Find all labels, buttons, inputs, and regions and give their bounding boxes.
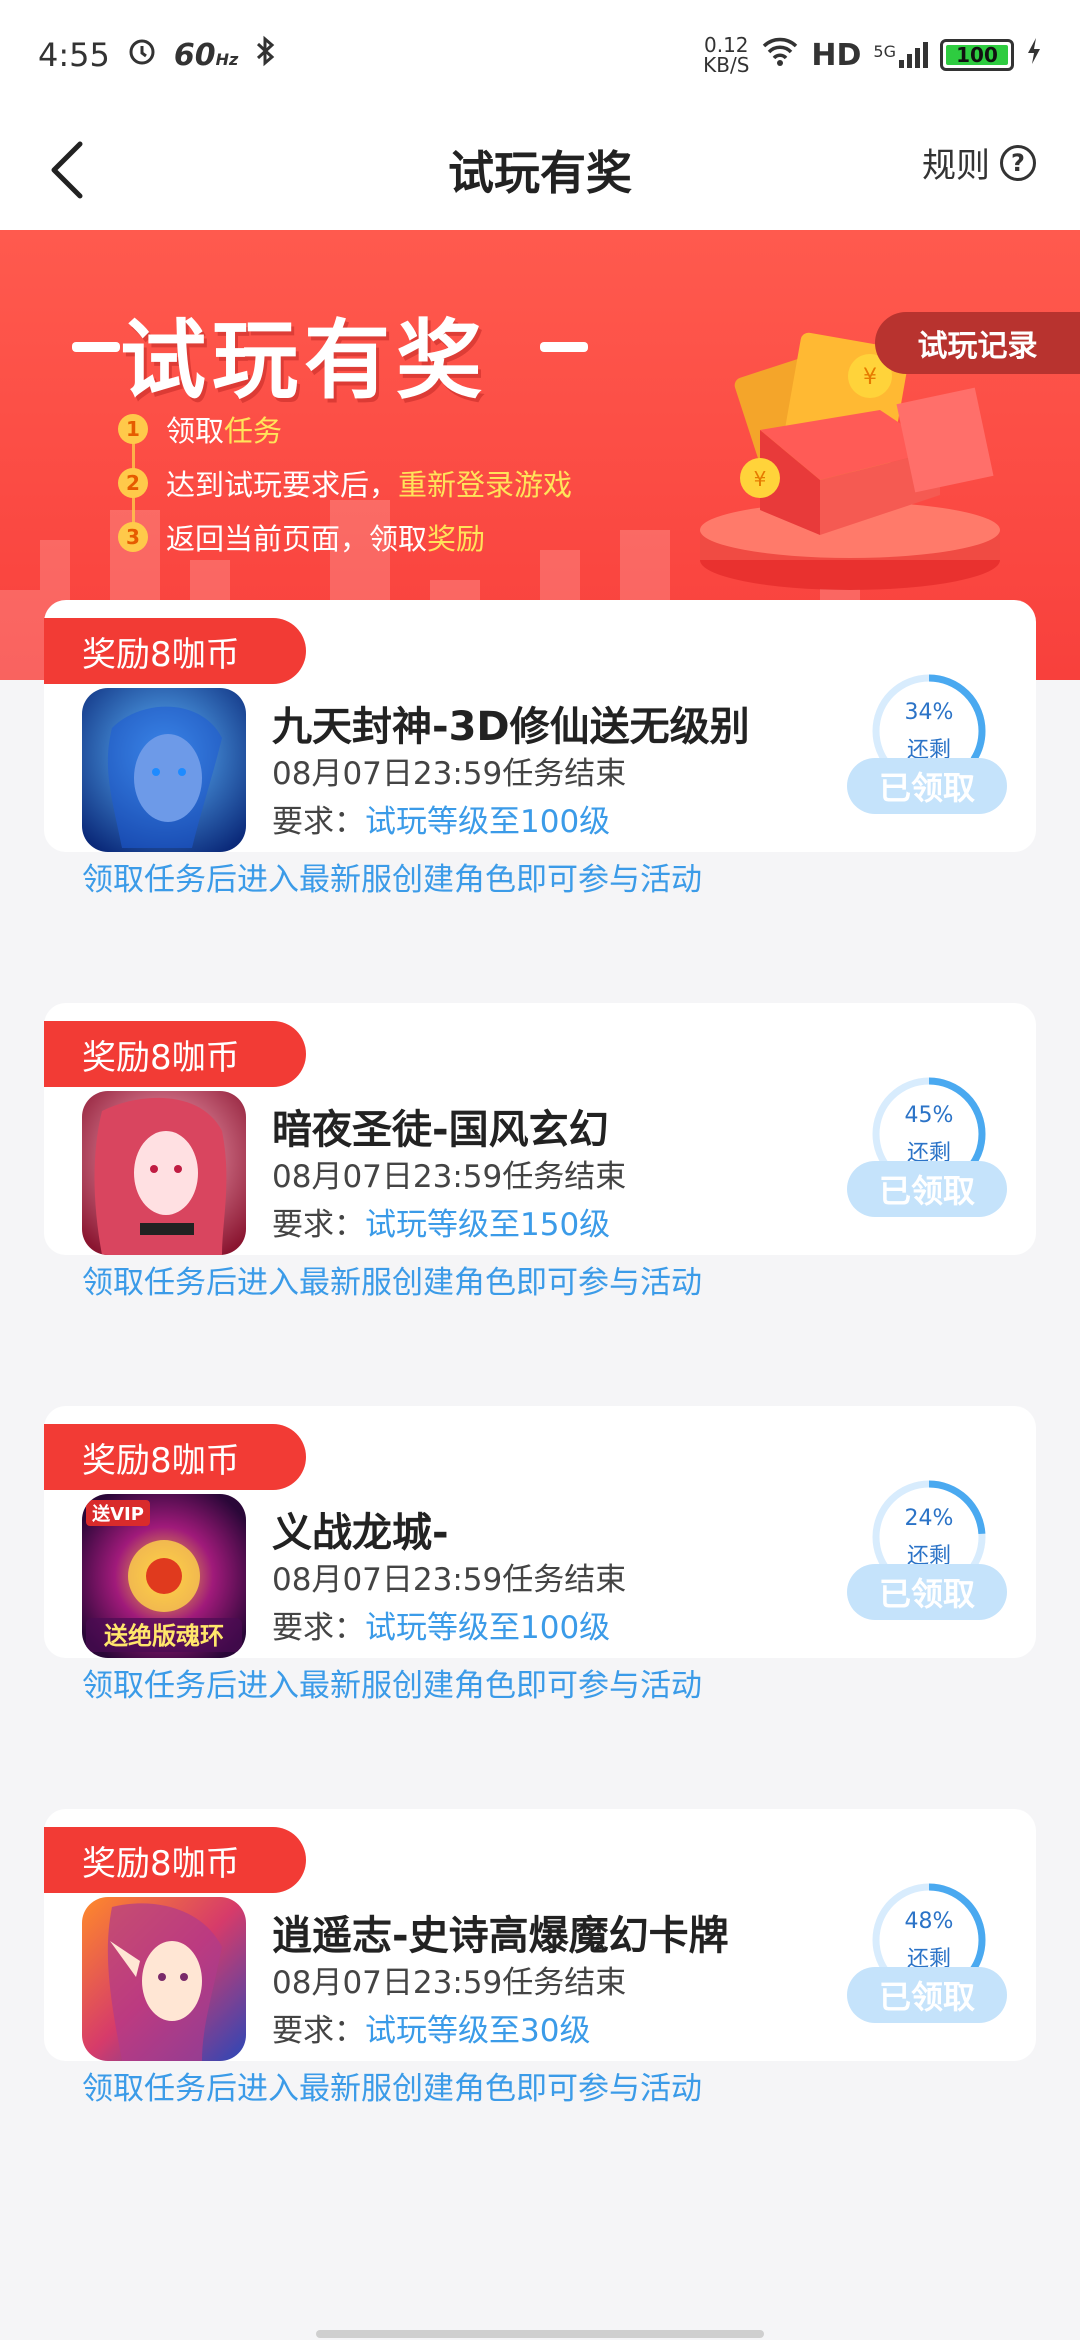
reward-tag: 奖励8咖币 [44, 1021, 306, 1087]
step-3: 3 返回当前页面，领取奖励 [118, 510, 572, 564]
status-right: 0.12 KB/S HD 5G 100 [703, 35, 1042, 75]
reward-tag: 奖励8咖币 [44, 1827, 306, 1893]
task-hint: 领取任务后进入最新服创建角色即可参与活动 [82, 1265, 702, 1301]
wifi-icon [761, 36, 799, 74]
step-text: 领取 [166, 414, 225, 448]
status-left: 4:55 60Hz [38, 35, 278, 75]
task-requirement: 要求：试玩等级至150级 [272, 1207, 611, 1243]
task-card[interactable]: 奖励8咖币 九天封神-3D修仙送无级别 08月07日23:59任务结束 要求：试… [44, 600, 1036, 898]
step-1: 1 领取任务 [118, 402, 572, 456]
trial-record-button[interactable]: 试玩记录 [875, 312, 1080, 374]
step-highlight: 任务 [224, 414, 283, 448]
claimed-button[interactable]: 已领取 [847, 758, 1007, 814]
game-icon[interactable]: 送VIP 送绝版魂环 [82, 1494, 246, 1658]
rules-button[interactable]: 规则 ? [922, 138, 1036, 187]
percent-text: 24% [904, 1506, 954, 1531]
title-dash-left [72, 342, 120, 352]
task-hint: 领取任务后进入最新服创建角色即可参与活动 [82, 2071, 702, 2107]
bluetooth-icon [254, 35, 278, 75]
task-deadline: 08月07日23:59任务结束 [272, 1159, 627, 1195]
rules-label: 规则 [922, 146, 990, 186]
status-bar: 4:55 60Hz 0.12 KB/S HD 5G 100 [0, 0, 1080, 110]
step-number: 3 [118, 522, 148, 552]
task-deadline: 08月07日23:59任务结束 [272, 756, 627, 792]
alarm-icon [126, 35, 158, 75]
task-hint: 领取任务后进入最新服创建角色即可参与活动 [82, 1668, 702, 1704]
home-indicator[interactable] [316, 2330, 764, 2338]
battery-icon: 100 [940, 39, 1014, 71]
task-requirement: 要求：试玩等级至100级 [272, 1610, 611, 1646]
game-icon[interactable] [82, 1091, 246, 1255]
percent-text: 45% [904, 1103, 954, 1128]
task-card[interactable]: 奖励8咖币 逍遥志-史诗高爆魔幻卡牌 08月07日23:59任务结束 要求：试玩… [44, 1809, 1036, 2107]
nav-header: 试玩有奖 规则 ? [0, 110, 1080, 230]
chevron-left-icon [51, 141, 83, 199]
reward-tag: 奖励8咖币 [44, 1424, 306, 1490]
back-button[interactable] [48, 130, 108, 210]
signal-icon: 5G [873, 42, 928, 68]
step-2: 2 达到试玩要求后，重新登录游戏 [118, 456, 572, 510]
claimed-button[interactable]: 已领取 [847, 1967, 1007, 2023]
status-time: 4:55 [38, 36, 110, 74]
step-highlight: 奖励 [427, 522, 486, 556]
step-highlight: 重新登录游戏 [398, 468, 573, 502]
svg-text:¥: ¥ [863, 365, 877, 390]
net-speed: 0.12 KB/S [703, 33, 750, 77]
game-icon[interactable] [82, 1897, 246, 2061]
task-requirement: 要求：试玩等级至30级 [272, 2013, 591, 2049]
task-hint: 领取任务后进入最新服创建角色即可参与活动 [82, 862, 702, 898]
game-icon[interactable] [82, 688, 246, 852]
game-name: 义战龙城- [272, 1510, 449, 1556]
charging-icon [1026, 37, 1042, 73]
icon-text-bottom: 送绝版魂环 [104, 1622, 224, 1650]
task-deadline: 08月07日23:59任务结束 [272, 1965, 627, 2001]
refresh-rate: 60Hz [173, 37, 239, 73]
step-number: 1 [118, 414, 148, 444]
percent-text: 48% [904, 1909, 954, 1934]
steps-list: 1 领取任务 2 达到试玩要求后，重新登录游戏 3 返回当前页面，领取奖励 [118, 402, 572, 564]
step-text: 达到试玩要求后， [166, 468, 399, 502]
claimed-button[interactable]: 已领取 [847, 1161, 1007, 1217]
game-name: 暗夜圣徒-国风玄幻 [272, 1107, 609, 1153]
task-card[interactable]: 奖励8咖币 送VIP 送绝版魂环 义战龙城- 08月07日23:59任务结束 要… [44, 1406, 1036, 1704]
reward-tag: 奖励8咖币 [44, 618, 306, 684]
icon-text-top: 送VIP [91, 1503, 144, 1525]
page-title: 试玩有奖 [448, 146, 632, 200]
help-icon: ? [1000, 144, 1036, 181]
banner-title: 试玩有奖 [120, 311, 488, 411]
task-deadline: 08月07日23:59任务结束 [272, 1562, 627, 1598]
claimed-button[interactable]: 已领取 [847, 1564, 1007, 1620]
percent-text: 34% [904, 700, 954, 725]
game-name: 逍遥志-史诗高爆魔幻卡牌 [272, 1913, 729, 1959]
task-card[interactable]: 奖励8咖币 暗夜圣徒-国风玄幻 08月07日23:59任务结束 要求：试玩等级至… [44, 1003, 1036, 1301]
step-text: 返回当前页面，领取 [166, 522, 428, 556]
svg-text:¥: ¥ [754, 467, 767, 491]
title-dash-right [540, 342, 588, 352]
game-name: 九天封神-3D修仙送无级别 [272, 704, 750, 750]
step-number: 2 [118, 468, 148, 498]
task-requirement: 要求：试玩等级至100级 [272, 804, 611, 840]
hd-indicator: HD [811, 37, 862, 73]
